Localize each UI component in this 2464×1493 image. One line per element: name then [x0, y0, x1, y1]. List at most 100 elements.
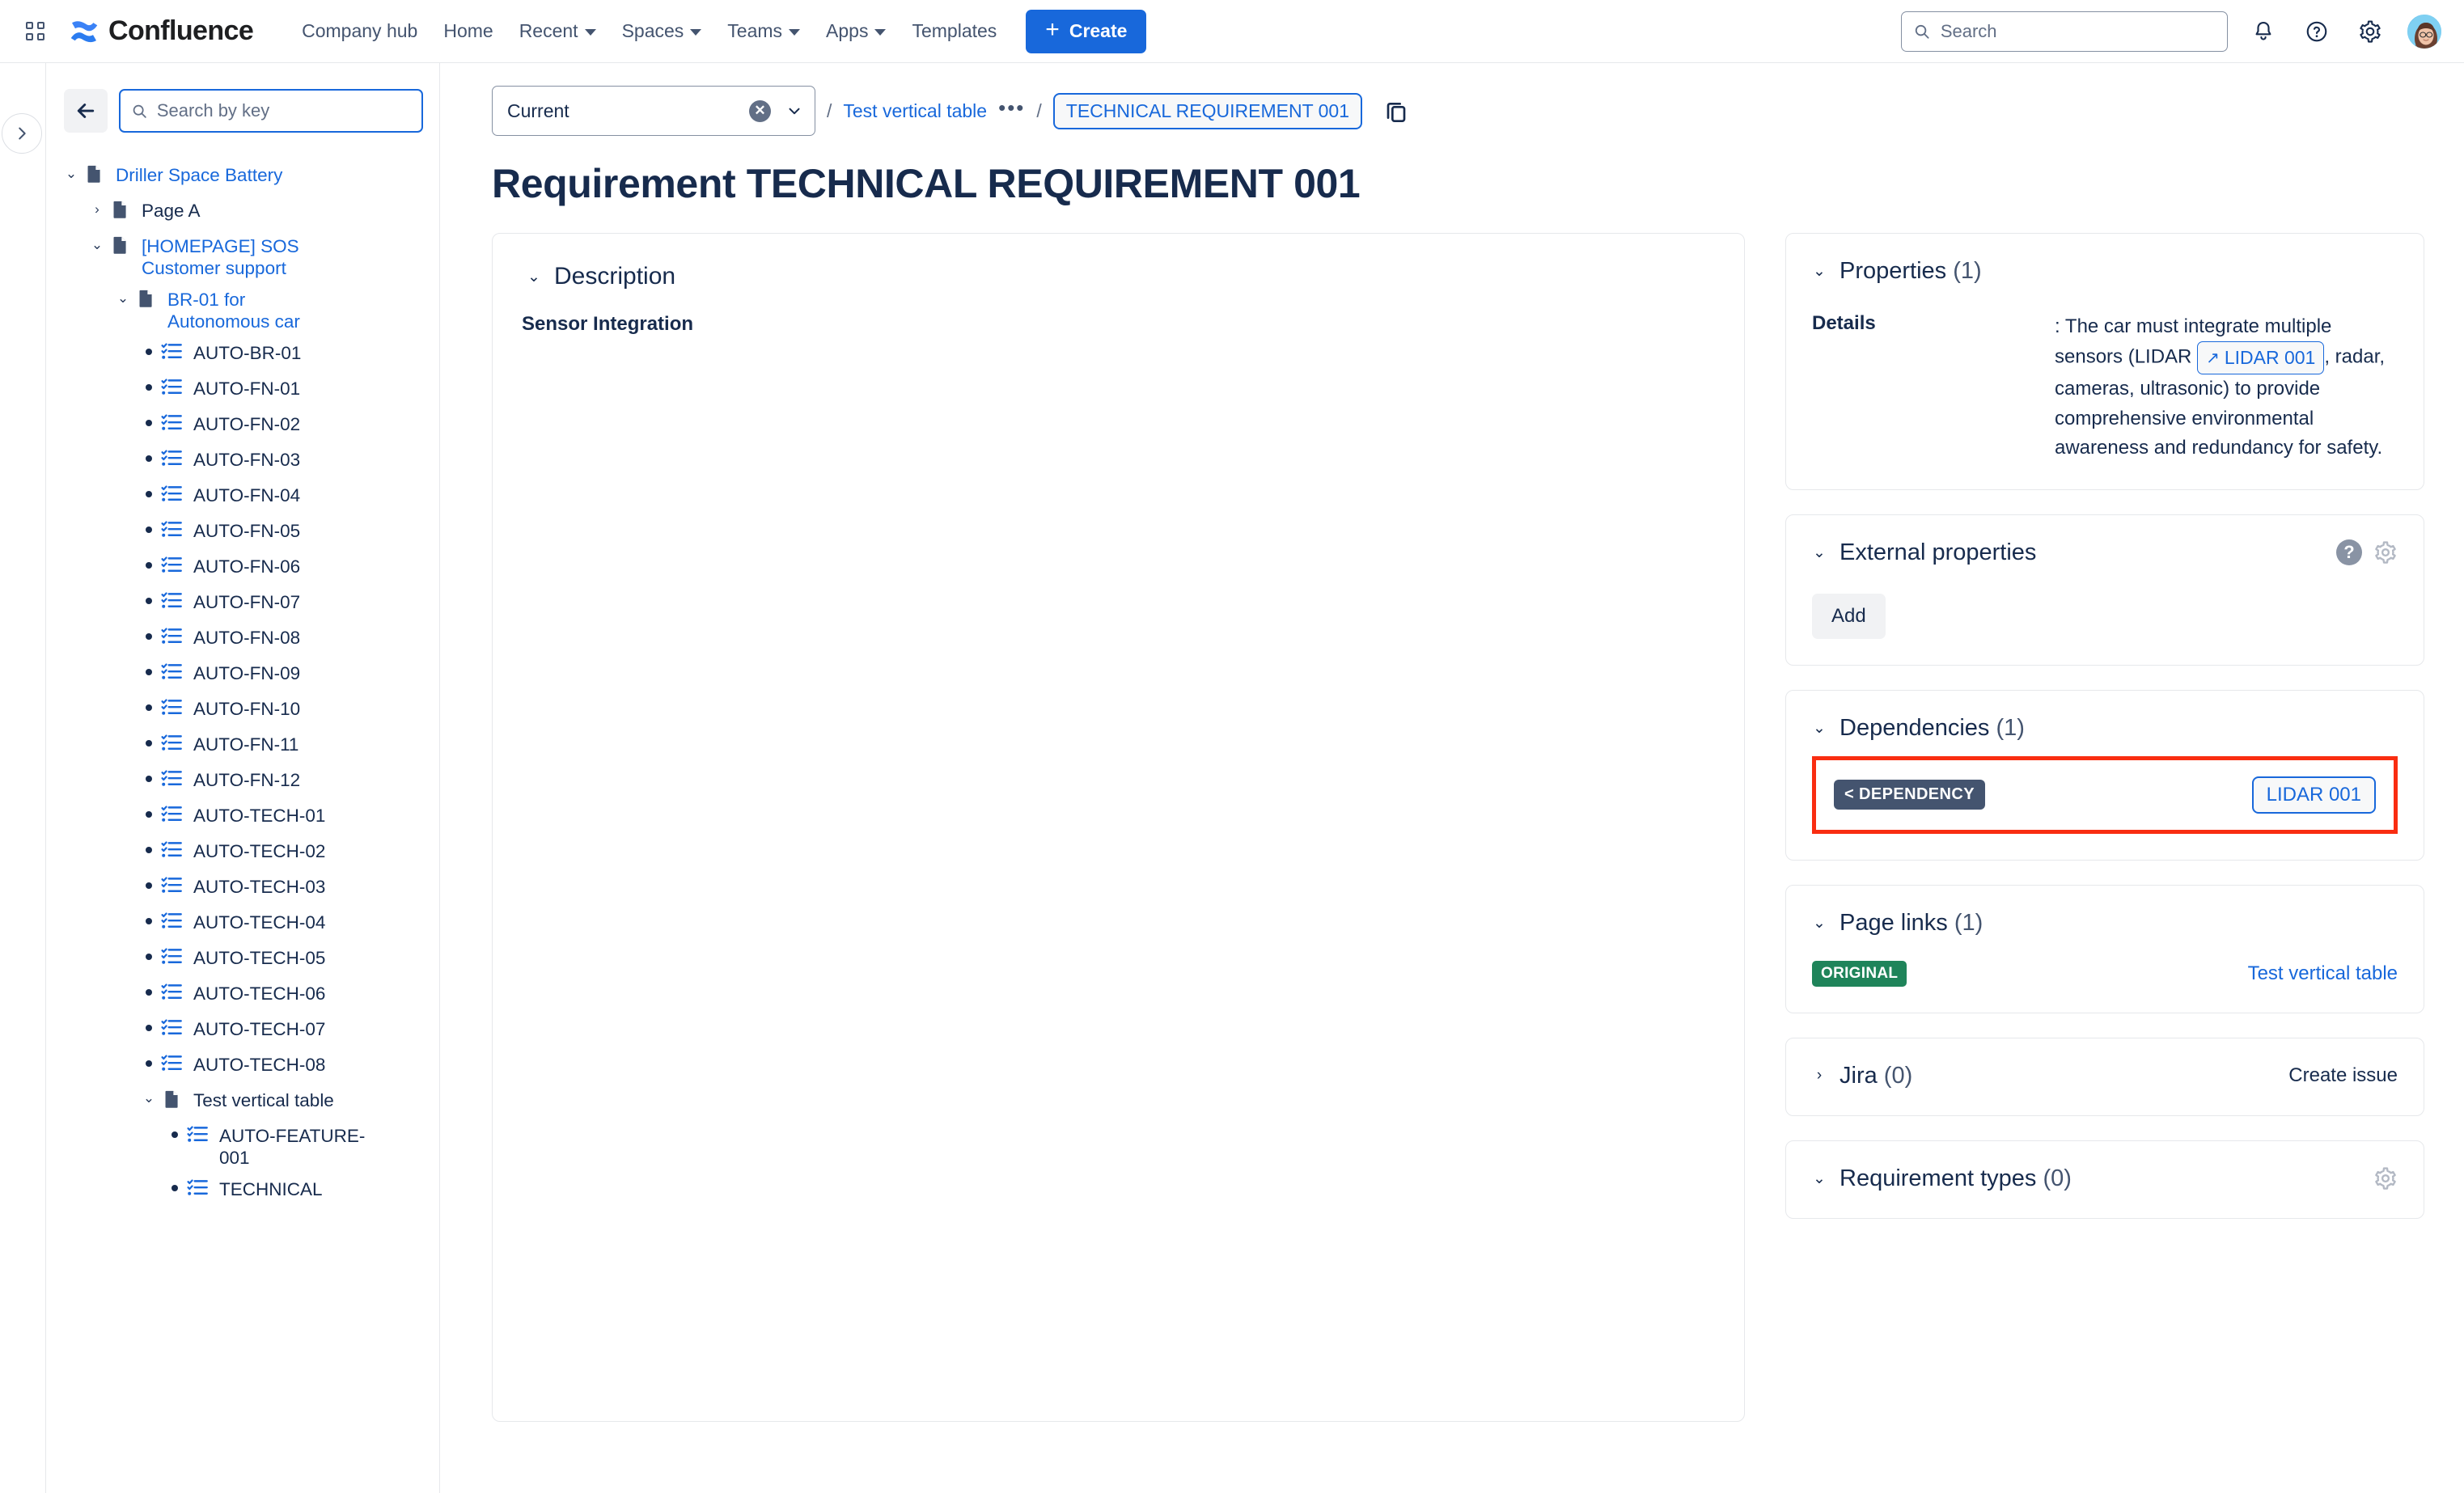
- chevron-down-icon[interactable]: ⌄: [112, 286, 133, 311]
- tree-item-auto-fn-09[interactable]: AUTO-FN-09: [46, 657, 439, 692]
- notifications-button[interactable]: [2246, 14, 2281, 49]
- create-button[interactable]: + Create: [1026, 10, 1146, 53]
- tree-item-auto-fn-04[interactable]: AUTO-FN-04: [46, 479, 439, 514]
- tree-item-auto-tech-05[interactable]: AUTO-TECH-05: [46, 941, 439, 977]
- clear-icon[interactable]: ✕: [749, 100, 771, 122]
- chevron-down-icon[interactable]: ⌄: [61, 162, 82, 186]
- chevron-down-icon[interactable]: ⌄: [527, 268, 541, 286]
- nav-item-templates[interactable]: Templates: [900, 12, 1008, 50]
- chevron-down-icon[interactable]: ⌄: [138, 1087, 159, 1111]
- chevron-right-icon[interactable]: ›: [1812, 1067, 1827, 1085]
- tree-item-auto-tech-08[interactable]: AUTO-TECH-08: [46, 1048, 439, 1084]
- tree-item-auto-fn-02[interactable]: AUTO-FN-02: [46, 408, 439, 443]
- tree-item-auto-tech-04[interactable]: AUTO-TECH-04: [46, 906, 439, 941]
- search-input[interactable]: [157, 100, 411, 121]
- nav-item-apps[interactable]: Apps: [815, 12, 897, 50]
- chevron-down-icon[interactable]: ⌄: [87, 233, 108, 257]
- tree-item-label: AUTO-TECH-08: [193, 1051, 325, 1076]
- chevron-right-icon: [13, 125, 31, 142]
- tree-item-auto-tech-06[interactable]: AUTO-TECH-06: [46, 977, 439, 1013]
- tree-item-auto-fn-05[interactable]: AUTO-FN-05: [46, 514, 439, 550]
- help-button[interactable]: [2299, 14, 2335, 49]
- description-header[interactable]: ⌄ Description: [493, 263, 1744, 290]
- settings-button[interactable]: [2352, 14, 2388, 49]
- requirement-types-panel: ⌄ Requirement types (0): [1785, 1140, 2424, 1219]
- tree-item-auto-tech-02[interactable]: AUTO-TECH-02: [46, 835, 439, 870]
- breadcrumb-parent-link[interactable]: Test vertical table: [843, 100, 987, 122]
- gear-icon: [2358, 19, 2382, 44]
- tree-item-page-a[interactable]: ›Page A: [46, 194, 439, 230]
- bullet-icon: [138, 375, 159, 400]
- tree-item-label: Driller Space Battery: [116, 162, 282, 186]
- chevron-down-icon[interactable]: ⌄: [1812, 543, 1827, 562]
- bullet-icon: [138, 873, 159, 898]
- avatar[interactable]: [2406, 13, 2443, 50]
- tree-item-auto-br-01[interactable]: AUTO-BR-01: [46, 336, 439, 372]
- search-by-key-box[interactable]: [119, 89, 423, 133]
- chevron-down-icon[interactable]: ⌄: [1812, 719, 1827, 738]
- breadcrumb-overflow-icon[interactable]: •••: [998, 103, 1025, 120]
- chevron-down-icon[interactable]: ⌄: [1812, 1169, 1827, 1188]
- external-properties-panel: ⌄ External properties ? A: [1785, 514, 2424, 666]
- tree-item-auto-fn-07[interactable]: AUTO-FN-07: [46, 586, 439, 621]
- dependencies-header[interactable]: ⌄ Dependencies (1): [1812, 715, 2398, 742]
- copy-icon[interactable]: [1380, 95, 1412, 127]
- bullet-icon: [138, 411, 159, 435]
- global-search-box[interactable]: [1901, 11, 2228, 52]
- expand-sidebar-button[interactable]: [2, 113, 42, 154]
- tree-item-auto-feature-001[interactable]: AUTO-FEATURE-001: [46, 1119, 439, 1173]
- tree-item-auto-tech-01[interactable]: AUTO-TECH-01: [46, 799, 439, 835]
- external-properties-header[interactable]: ⌄ External properties ?: [1812, 539, 2398, 566]
- nav-item-company-hub[interactable]: Company hub: [290, 12, 429, 50]
- page-link-target[interactable]: Test vertical table: [2248, 962, 2398, 985]
- breadcrumb-current-item[interactable]: TECHNICAL REQUIREMENT 001: [1053, 93, 1362, 129]
- tree-item-auto-fn-01[interactable]: AUTO-FN-01: [46, 372, 439, 408]
- tree-item-auto-fn-06[interactable]: AUTO-FN-06: [46, 550, 439, 586]
- nav-item-recent[interactable]: Recent: [508, 12, 608, 50]
- tree-item-homepage-sos-customer-support[interactable]: ⌄[HOMEPAGE] SOS Customer support: [46, 230, 439, 283]
- tree-item-auto-fn-11[interactable]: AUTO-FN-11: [46, 728, 439, 763]
- tree-item-br-01-for-autonomous-car[interactable]: ⌄BR-01 for Autonomous car: [46, 283, 439, 336]
- dependency-type-lozenge[interactable]: < DEPENDENCY: [1834, 780, 1985, 810]
- chevron-right-icon[interactable]: ›: [87, 197, 108, 222]
- search-input[interactable]: [1941, 21, 2216, 42]
- gear-icon[interactable]: [2373, 540, 2398, 565]
- tree-item-test-vertical-table[interactable]: ⌄Test vertical table: [46, 1084, 439, 1119]
- nav-item-spaces[interactable]: Spaces: [611, 12, 713, 50]
- version-select[interactable]: Current ✕: [492, 86, 815, 136]
- back-button[interactable]: [64, 89, 108, 133]
- lidar-001-inline-link[interactable]: ↗ LIDAR 001: [2197, 341, 2324, 374]
- tree-item-auto-tech-07[interactable]: AUTO-TECH-07: [46, 1013, 439, 1048]
- dependency-target-link[interactable]: LIDAR 001: [2252, 776, 2376, 814]
- requirement-checklist-icon: [159, 980, 184, 1004]
- chevron-down-icon: [690, 29, 701, 36]
- app-switcher-icon[interactable]: [21, 18, 49, 45]
- tree-item-label: AUTO-FN-06: [193, 553, 300, 577]
- tree-item-technical[interactable]: TECHNICAL: [46, 1173, 439, 1208]
- requirement-types-header[interactable]: ⌄ Requirement types (0): [1812, 1165, 2398, 1192]
- confluence-home-link[interactable]: Confluence: [68, 15, 253, 48]
- requirement-checklist-icon: [159, 838, 184, 862]
- chevron-down-icon[interactable]: [785, 102, 803, 120]
- nav-item-teams[interactable]: Teams: [716, 12, 811, 50]
- properties-header[interactable]: ⌄ Properties (1): [1812, 258, 2398, 285]
- page-links-header[interactable]: ⌄ Page links (1): [1812, 910, 2398, 937]
- nav-label: Recent: [519, 20, 578, 42]
- requirement-checklist-icon: [159, 340, 184, 364]
- chevron-down-icon[interactable]: ⌄: [1812, 262, 1827, 281]
- gear-icon[interactable]: [2373, 1166, 2398, 1191]
- create-issue-link[interactable]: Create issue: [2288, 1064, 2398, 1087]
- help-icon[interactable]: ?: [2336, 539, 2362, 565]
- nav-item-home[interactable]: Home: [432, 12, 504, 50]
- tree-item-auto-fn-12[interactable]: AUTO-FN-12: [46, 763, 439, 799]
- tree-item-auto-tech-03[interactable]: AUTO-TECH-03: [46, 870, 439, 906]
- chevron-down-icon: [585, 29, 596, 36]
- tree-item-auto-fn-03[interactable]: AUTO-FN-03: [46, 443, 439, 479]
- jira-header[interactable]: › Jira (0) Create issue: [1812, 1063, 2398, 1089]
- tree-item-auto-fn-10[interactable]: AUTO-FN-10: [46, 692, 439, 728]
- chevron-down-icon[interactable]: ⌄: [1812, 914, 1827, 933]
- tree-item-auto-fn-08[interactable]: AUTO-FN-08: [46, 621, 439, 657]
- requirement-checklist-icon: [160, 340, 183, 363]
- add-external-property-button[interactable]: Add: [1812, 594, 1886, 639]
- tree-item-driller-space-battery[interactable]: ⌄ Driller Space Battery: [46, 159, 439, 194]
